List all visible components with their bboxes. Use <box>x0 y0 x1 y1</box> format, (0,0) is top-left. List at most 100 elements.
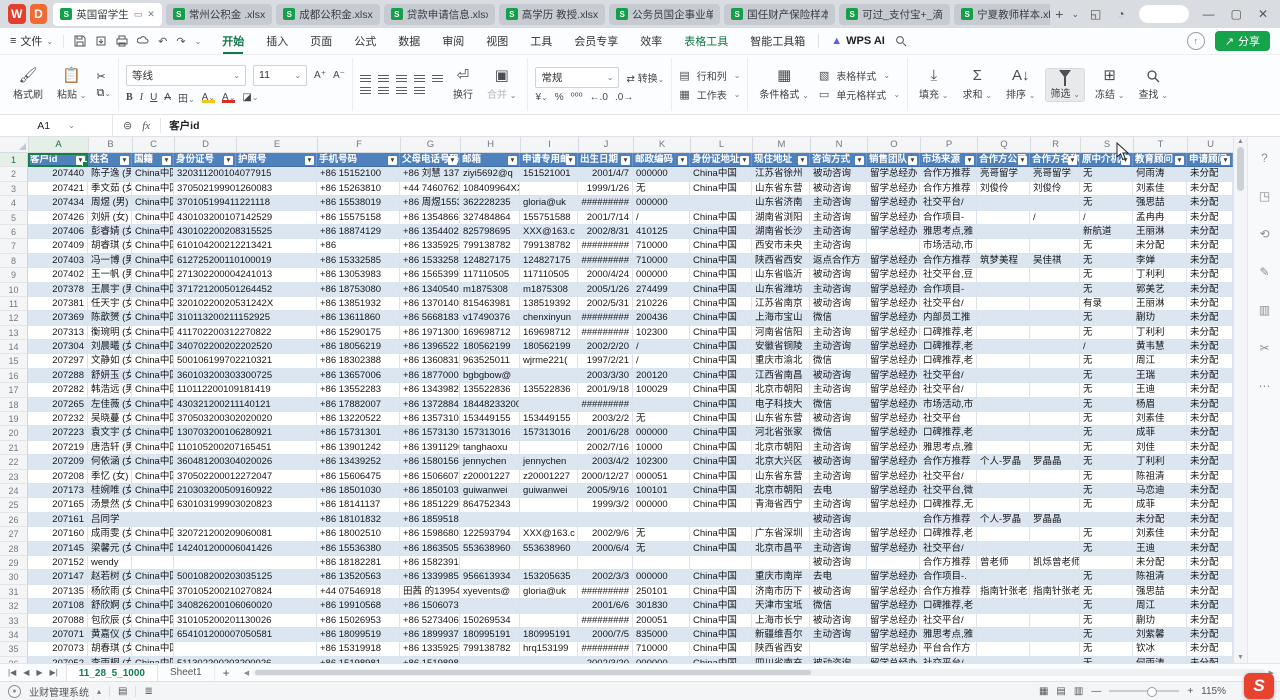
cell[interactable]: 180562199 <box>520 340 578 354</box>
cell[interactable] <box>520 182 578 196</box>
cell[interactable]: 207421 <box>28 182 88 196</box>
cell[interactable]: 210303200509160922 <box>174 484 317 498</box>
cell[interactable]: China中国 <box>690 542 752 556</box>
font-color-button[interactable]: A⌄ <box>222 92 235 103</box>
cell[interactable]: 710000 <box>633 642 690 656</box>
cell[interactable]: 未分配 <box>1133 556 1187 570</box>
cell[interactable]: 吕同学 <box>88 513 132 527</box>
row-number[interactable]: 3 <box>0 182 28 196</box>
cell[interactable]: 被动咨询 <box>810 182 867 196</box>
cell[interactable]: 山东省东营 <box>752 470 810 484</box>
cell[interactable]: 未分配 <box>1187 398 1233 412</box>
menu-tab-数据[interactable]: 数据 <box>387 28 431 54</box>
row-number[interactable]: 12 <box>0 311 28 325</box>
document-tab[interactable]: S可过_支付宝+_滴滴 <box>839 4 950 25</box>
cell[interactable] <box>977 642 1030 656</box>
cell[interactable]: 未分配 <box>1187 513 1233 527</box>
cell[interactable]: China中国 <box>132 225 174 239</box>
cell-style-button[interactable]: ▭单元格样式⌄ <box>819 87 900 102</box>
cell[interactable]: China中国 <box>132 628 174 642</box>
cell[interactable] <box>460 599 520 613</box>
cell[interactable] <box>1080 556 1133 570</box>
align-middle-icon[interactable] <box>378 75 389 83</box>
cell[interactable]: 陈歆赟 (女) <box>88 311 132 325</box>
cell[interactable]: 主动咨询 <box>810 283 867 297</box>
cell[interactable]: 北京市朝阳 <box>752 484 810 498</box>
cell[interactable]: 陕西省西安 <box>752 642 810 656</box>
cell[interactable]: 社交平台/ <box>920 196 977 210</box>
row-number[interactable]: 6 <box>0 225 28 239</box>
row-number[interactable]: 28 <box>0 542 28 556</box>
cell[interactable] <box>810 642 867 656</box>
row-number[interactable]: 29 <box>0 556 28 570</box>
cell[interactable]: +86 13053983 <box>317 268 400 282</box>
cell[interactable]: 被动咨询 <box>810 556 867 570</box>
cell[interactable]: 留学总经办 <box>867 211 920 225</box>
cell[interactable]: 无 <box>1080 527 1133 541</box>
cell[interactable]: 207297 <box>28 354 88 368</box>
shape-icon[interactable]: ▥ <box>1259 303 1270 317</box>
document-tab[interactable]: S常州公积金 .xlsx <box>166 4 272 25</box>
cell[interactable]: 无 <box>1080 354 1133 368</box>
cell[interactable]: 124827175 <box>460 254 520 268</box>
bold-button[interactable]: B <box>126 92 133 103</box>
cell[interactable]: 未分配 <box>1187 326 1233 340</box>
cell[interactable]: 雅思考点,雅 <box>920 628 977 642</box>
cell[interactable]: 江苏省徐州 <box>752 167 810 181</box>
row-number[interactable]: 27 <box>0 527 28 541</box>
cell[interactable]: +86 18501030 <box>317 484 400 498</box>
search-icon[interactable] <box>895 35 907 47</box>
cell[interactable]: 207313 <box>28 326 88 340</box>
cell[interactable]: 刘素佳 <box>1133 412 1187 426</box>
cell[interactable]: +86 1391129694 <box>400 441 460 455</box>
tab-device-icon[interactable]: ▭ <box>134 9 143 20</box>
cell[interactable]: +86 1519898100 <box>400 657 460 663</box>
cell[interactable] <box>690 513 752 527</box>
cell[interactable]: 无 <box>633 182 690 196</box>
cell[interactable]: China中国 <box>690 585 752 599</box>
cell[interactable]: 2002/3/20 <box>578 657 633 663</box>
cell[interactable]: 孟冉冉 <box>1133 211 1187 225</box>
cell[interactable] <box>690 556 752 570</box>
cell[interactable]: 2000/7/5 <box>578 628 633 642</box>
cell[interactable] <box>520 513 578 527</box>
cell[interactable]: 合作项目- <box>920 283 977 297</box>
cell[interactable]: 有录 <box>1080 297 1133 311</box>
cell[interactable]: 留学总经办 <box>867 441 920 455</box>
header-cell[interactable]: 邮政编码▼ <box>633 153 690 167</box>
row-number[interactable]: 11 <box>0 297 28 311</box>
cell[interactable]: 雅思考点,雅 <box>920 225 977 239</box>
cell[interactable]: 无 <box>1080 254 1133 268</box>
cell[interactable]: +44 7460762888 <box>400 182 460 196</box>
cell[interactable]: China中国 <box>132 642 174 656</box>
cell[interactable] <box>1030 383 1080 397</box>
header-cell[interactable]: 父母电话号码▼ <box>400 153 460 167</box>
cell[interactable]: 未分配 <box>1187 383 1233 397</box>
cell[interactable]: China中国 <box>690 412 752 426</box>
cell[interactable]: 被动咨询 <box>810 657 867 663</box>
cell[interactable]: 207173 <box>28 484 88 498</box>
cell[interactable] <box>977 542 1030 556</box>
cell[interactable]: guiwanwei <box>520 484 578 498</box>
column-header-T[interactable]: T <box>1134 137 1188 152</box>
cell[interactable]: China中国 <box>690 211 752 225</box>
row-number[interactable]: 18 <box>0 398 28 412</box>
cell[interactable]: 000000 <box>633 196 690 210</box>
cell[interactable]: 田茜 的13954 <box>400 585 460 599</box>
cell[interactable]: 207145 <box>28 542 88 556</box>
cell[interactable] <box>977 412 1030 426</box>
cell[interactable]: 未分配 <box>1187 570 1233 584</box>
cell[interactable]: China中国 <box>132 570 174 584</box>
cell[interactable]: 370502199901260083 <box>174 182 317 196</box>
cell[interactable] <box>132 556 174 570</box>
cell[interactable]: 凯烁曾老师 <box>1030 556 1080 570</box>
cell[interactable]: 主动咨询 <box>810 441 867 455</box>
cell[interactable]: +86 15026953 <box>317 614 400 628</box>
cell[interactable]: 无 <box>1080 398 1133 412</box>
cell[interactable]: +86 13611860 <box>317 311 400 325</box>
cell[interactable]: China中国 <box>132 455 174 469</box>
underline-button[interactable]: U <box>150 92 157 103</box>
cell[interactable]: 广东省深圳 <box>752 527 810 541</box>
cell[interactable]: +86 18101832 <box>317 513 400 527</box>
cell[interactable]: 留学总经办 <box>867 383 920 397</box>
